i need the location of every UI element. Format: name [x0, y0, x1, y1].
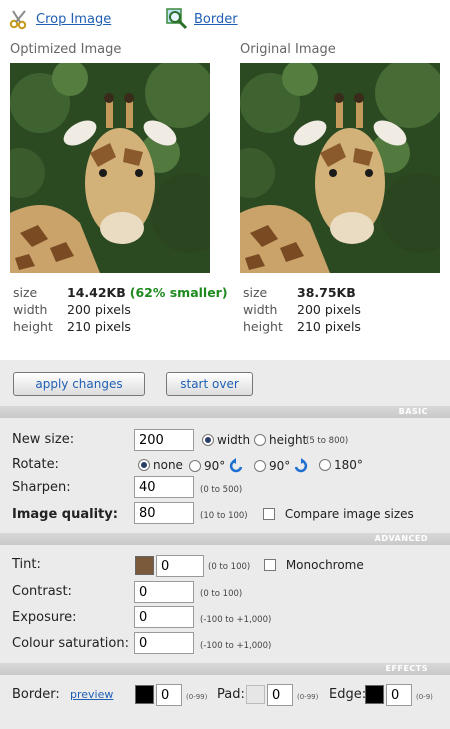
pad-color-swatch[interactable] — [246, 685, 265, 704]
width-label: width — [13, 302, 48, 317]
contrast-hint: (0 to 100) — [200, 589, 243, 599]
compare-image-sizes-checkbox[interactable]: Compare image sizes — [263, 507, 414, 521]
image-quality-label: Image quality: — [12, 507, 118, 522]
size-label: size — [13, 285, 38, 300]
compare-image-sizes-label: Compare image sizes — [284, 507, 414, 521]
border-label: Border — [194, 11, 238, 27]
section-effects-header: EFFECTS — [0, 663, 450, 675]
sharpen-label: Sharpen: — [12, 480, 71, 495]
radio-selected-icon — [138, 459, 150, 471]
start-over-button[interactable]: start over — [166, 372, 253, 396]
rotate-180-label: 180° — [334, 458, 363, 472]
crop-image-link[interactable]: Crop Image — [8, 8, 111, 30]
rotate-none-radio[interactable]: none — [138, 458, 183, 472]
section-basic-header: BASIC — [0, 406, 450, 418]
new-size-input[interactable] — [134, 429, 194, 451]
radio-icon — [319, 459, 331, 471]
pad-label: Pad: — [217, 687, 245, 702]
radio-selected-icon — [202, 434, 214, 446]
height-option-label: height — [269, 433, 308, 447]
optimized-giraffe-image — [10, 63, 210, 273]
rotate-none-label: none — [153, 458, 183, 472]
optimized-image-panel: Optimized Image — [10, 42, 210, 273]
border-label: Border: — [12, 687, 60, 702]
tint-label: Tint: — [12, 557, 41, 572]
colour-saturation-label: Colour saturation: — [12, 636, 129, 651]
exposure-label: Exposure: — [12, 610, 77, 625]
rotate-ccw-label: 90° — [204, 459, 226, 473]
optimized-stats: size 14.42KB (62% smaller) width 200 pixel… — [13, 284, 228, 335]
tint-color-swatch[interactable] — [135, 556, 154, 575]
height-hint: (5 to 800) — [306, 436, 349, 446]
height-radio[interactable]: height — [254, 433, 307, 447]
colour-saturation-input[interactable] — [134, 632, 194, 654]
radio-icon — [189, 460, 201, 472]
border-hint: (0-99) — [186, 693, 208, 701]
rotate-ccw-radio[interactable]: 90° — [189, 458, 244, 474]
edge-label: Edge: — [329, 687, 367, 702]
magnifier-icon — [166, 8, 188, 30]
radio-icon — [254, 460, 266, 472]
width-label: width — [243, 302, 278, 317]
image-quality-input[interactable] — [134, 502, 194, 524]
tint-input[interactable] — [156, 555, 204, 577]
monochrome-checkbox[interactable]: Monochrome — [264, 558, 364, 572]
contrast-input[interactable] — [134, 581, 194, 603]
size-label: size — [243, 285, 268, 300]
original-size-value: 38.75KB — [297, 285, 356, 300]
rotate-cw-icon — [295, 458, 308, 473]
colour-saturation-hint: (-100 to +1,000) — [200, 641, 272, 651]
border-link[interactable]: Border — [166, 8, 238, 30]
toolbar: Crop Image Border — [0, 0, 450, 38]
settings-panel: apply changes start over BASIC New size:… — [0, 360, 450, 729]
pad-hint: (0-99) — [297, 693, 319, 701]
optimized-image-title: Optimized Image — [10, 42, 122, 57]
pad-size-input[interactable] — [267, 684, 293, 706]
exposure-input[interactable] — [134, 606, 194, 628]
optimized-width-value: 200 pixels — [67, 302, 131, 317]
new-size-label: New size: — [12, 432, 75, 447]
monochrome-label: Monochrome — [285, 558, 364, 572]
tint-hint: (0 to 100) — [208, 562, 251, 572]
preview-link[interactable]: preview — [70, 688, 113, 701]
height-label: height — [13, 319, 53, 334]
original-giraffe-image — [240, 63, 440, 273]
optimized-height-value: 210 pixels — [67, 319, 131, 334]
width-option-label: width — [217, 433, 251, 447]
border-size-input[interactable] — [156, 684, 182, 706]
exposure-hint: (-100 to +1,000) — [200, 615, 272, 625]
apply-changes-button[interactable]: apply changes — [13, 372, 145, 396]
sharpen-hint: (0 to 500) — [200, 485, 243, 495]
image-quality-hint: (10 to 100) — [200, 511, 248, 521]
border-color-swatch[interactable] — [135, 685, 154, 704]
rotate-cw-radio[interactable]: 90° — [254, 458, 309, 474]
rotate-180-radio[interactable]: 180° — [319, 458, 363, 472]
radio-icon — [254, 434, 266, 446]
checkbox-icon — [263, 508, 275, 520]
edge-color-swatch[interactable] — [365, 685, 384, 704]
crop-image-label: Crop Image — [36, 11, 112, 27]
width-radio[interactable]: width — [202, 433, 250, 447]
edge-size-input[interactable] — [386, 684, 412, 706]
rotate-ccw-icon — [230, 458, 243, 473]
height-label: height — [243, 319, 283, 334]
original-image-title: Original Image — [240, 42, 336, 57]
original-height-value: 210 pixels — [297, 319, 361, 334]
edge-hint: (0-9) — [416, 693, 433, 701]
rotate-label: Rotate: — [12, 457, 59, 472]
original-width-value: 200 pixels — [297, 302, 361, 317]
sharpen-input[interactable] — [134, 476, 194, 498]
scissors-icon — [8, 8, 30, 30]
checkbox-icon — [264, 559, 276, 571]
section-advanced-header: ADVANCED — [0, 533, 450, 545]
original-stats: size 38.75KB width 200 pixels height 210 pi… — [243, 284, 361, 335]
optimized-size-value: 14.42KB — [67, 285, 126, 300]
original-image-panel: Original Image — [240, 42, 440, 273]
contrast-label: Contrast: — [12, 584, 72, 599]
rotate-cw-label: 90° — [269, 459, 291, 473]
saving-badge: (62% smaller) — [129, 285, 228, 300]
